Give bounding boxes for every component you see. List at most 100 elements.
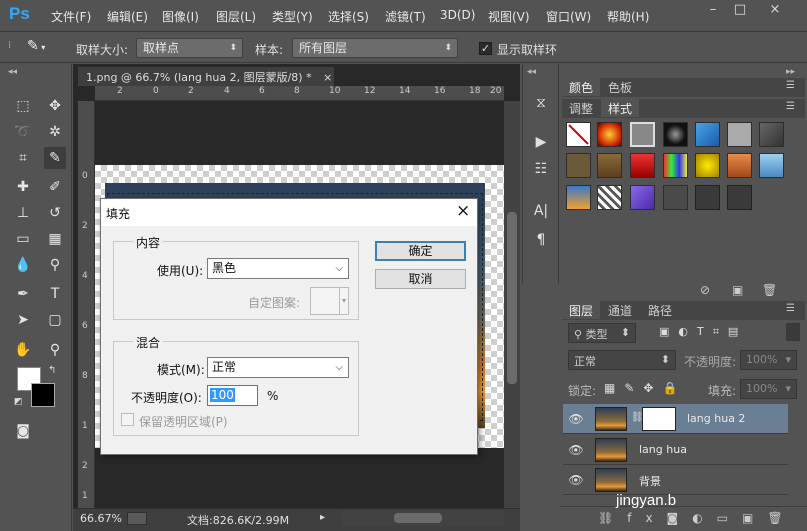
panel-menu-icon[interactable]: ☰ bbox=[786, 80, 795, 91]
eraser-tool-icon[interactable]: ▭ bbox=[12, 228, 34, 250]
collapse-icon[interactable]: ◂◂ bbox=[8, 67, 17, 77]
style-swatch[interactable] bbox=[597, 122, 622, 147]
layer-row[interactable]: 👁 ⛓ lang hua 2 bbox=[563, 404, 788, 434]
style-swatch[interactable] bbox=[727, 122, 752, 147]
style-swatch[interactable] bbox=[663, 185, 688, 210]
layer-filter-icons[interactable]: ▣◐T⌗▤ bbox=[659, 325, 747, 339]
style-swatch[interactable] bbox=[597, 153, 622, 178]
menu-layer[interactable]: 图层(L) bbox=[216, 8, 256, 25]
menu-select[interactable]: 选择(S) bbox=[328, 8, 369, 25]
blend-mode-select[interactable]: 正常 ⬍ bbox=[568, 350, 676, 370]
menu-filter[interactable]: 滤镜(T) bbox=[385, 8, 426, 25]
layers-footer-icons[interactable]: ⛓fx◙◐▭▣🗑 bbox=[598, 511, 797, 525]
document-tab[interactable]: 1.png @ 66.7% (lang hua 2, 图层蒙版/8) * × bbox=[78, 67, 334, 86]
type-tool-icon[interactable]: T bbox=[44, 283, 66, 305]
menu-type[interactable]: 类型(Y) bbox=[272, 8, 313, 25]
lasso-tool-icon[interactable]: ➰ bbox=[12, 121, 34, 143]
menu-edit[interactable]: 编辑(E) bbox=[107, 8, 148, 25]
zoom-tool-icon[interactable]: ⚲ bbox=[44, 339, 66, 361]
menu-help[interactable]: 帮助(H) bbox=[607, 8, 649, 25]
mode-select[interactable]: 正常 ⌵ bbox=[207, 357, 349, 378]
character-panel-icon[interactable]: A| bbox=[530, 200, 552, 222]
show-ring-checkbox[interactable]: ✓ bbox=[479, 42, 492, 55]
menu-window[interactable]: 窗口(W) bbox=[546, 8, 591, 25]
actions-panel-icon[interactable]: ▶ bbox=[530, 131, 552, 153]
dodge-tool-icon[interactable]: ⚲ bbox=[44, 254, 66, 276]
expand-icon[interactable]: ◂◂ bbox=[527, 67, 536, 77]
sample-size-select[interactable]: 取样点 ⬍ bbox=[136, 38, 243, 58]
style-swatch[interactable] bbox=[663, 153, 688, 178]
style-swatch[interactable] bbox=[630, 185, 655, 210]
style-swatch[interactable] bbox=[566, 153, 591, 178]
magic-wand-tool-icon[interactable]: ✲ bbox=[44, 121, 66, 143]
style-swatch[interactable] bbox=[759, 122, 784, 147]
sample-select[interactable]: 所有图层 ⬍ bbox=[292, 38, 458, 58]
preserve-transparency-checkbox[interactable] bbox=[121, 413, 134, 426]
style-swatch[interactable] bbox=[695, 122, 720, 147]
style-swatch[interactable] bbox=[695, 185, 720, 210]
horizontal-scrollbar-thumb[interactable] bbox=[394, 513, 442, 523]
status-preview-icon[interactable] bbox=[127, 512, 147, 525]
eyedropper-tool-icon[interactable]: ✎ ▾ bbox=[27, 38, 57, 54]
delete-style-icon[interactable]: 🗑 bbox=[762, 283, 777, 297]
path-selection-tool-icon[interactable]: ➤ bbox=[12, 309, 34, 331]
style-swatch[interactable] bbox=[566, 185, 591, 210]
clone-stamp-tool-icon[interactable]: ⊥ bbox=[12, 202, 34, 224]
menu-file[interactable]: 文件(F) bbox=[51, 8, 91, 25]
history-panel-icon[interactable]: ⧖ bbox=[530, 92, 552, 114]
brush-tool-icon[interactable]: ✐ bbox=[44, 176, 66, 198]
vertical-scrollbar-thumb[interactable] bbox=[507, 212, 517, 384]
tab-layers[interactable]: 图层 bbox=[562, 301, 601, 319]
layer-filter-select[interactable]: ⚲ 类型 ⬍ bbox=[568, 323, 636, 343]
layer-mask-thumbnail[interactable] bbox=[642, 407, 676, 431]
visibility-eye-icon[interactable]: 👁 bbox=[567, 473, 585, 487]
tab-styles[interactable]: 样式 bbox=[601, 99, 640, 117]
close-window-button[interactable]: × bbox=[764, 2, 786, 20]
blur-tool-icon[interactable]: 💧 bbox=[12, 254, 34, 276]
history-brush-tool-icon[interactable]: ↺ bbox=[44, 202, 66, 224]
gradient-tool-icon[interactable]: ▦ bbox=[44, 228, 66, 250]
style-swatch[interactable] bbox=[663, 122, 688, 147]
style-swatch[interactable] bbox=[727, 153, 752, 178]
cancel-button[interactable]: 取消 bbox=[375, 269, 466, 289]
style-swatch-none[interactable] bbox=[566, 122, 591, 147]
layer-opacity-field[interactable]: 100% ▾ bbox=[740, 350, 797, 370]
layer-row[interactable]: 👁 lang hua bbox=[563, 435, 788, 465]
fill-field[interactable]: 100% ▾ bbox=[740, 379, 797, 399]
tab-color[interactable]: 颜色 bbox=[562, 78, 601, 96]
background-color-swatch[interactable] bbox=[31, 383, 55, 407]
filter-toggle-icon[interactable] bbox=[786, 323, 800, 341]
default-colors-icon[interactable]: ◩ bbox=[14, 397, 23, 407]
menu-view[interactable]: 视图(V) bbox=[488, 8, 530, 25]
style-swatch[interactable] bbox=[630, 122, 655, 147]
style-swatch[interactable] bbox=[759, 153, 784, 178]
crop-tool-icon[interactable]: ⌗ bbox=[12, 147, 34, 169]
opacity-input[interactable]: 100 bbox=[207, 385, 258, 406]
close-tab-icon[interactable]: × bbox=[323, 71, 332, 84]
maximize-button[interactable]: □ bbox=[729, 2, 751, 20]
panel-menu-icon[interactable]: ☰ bbox=[786, 101, 795, 112]
status-menu-arrow-icon[interactable]: ▸ bbox=[320, 512, 325, 523]
eyedropper-tool-icon[interactable]: ✎ bbox=[44, 147, 66, 169]
rectangle-tool-icon[interactable]: ▢ bbox=[44, 309, 66, 331]
use-select[interactable]: 黑色 ⌵ bbox=[207, 258, 349, 279]
healing-brush-tool-icon[interactable]: ✚ bbox=[12, 176, 34, 198]
ok-button[interactable]: 确定 bbox=[375, 241, 466, 261]
tab-adjustments[interactable]: 调整 bbox=[562, 99, 600, 117]
panel-menu-icon[interactable]: ☰ bbox=[786, 303, 795, 314]
tab-paths[interactable]: 路径 bbox=[641, 301, 679, 319]
paragraph-panel-icon[interactable]: ¶ bbox=[530, 229, 552, 251]
menu-3d[interactable]: 3D(D) bbox=[440, 8, 475, 22]
marquee-tool-icon[interactable]: ⬚ bbox=[12, 95, 34, 117]
swap-colors-icon[interactable]: ↰ bbox=[48, 365, 56, 376]
style-swatch[interactable] bbox=[695, 153, 720, 178]
tab-channels[interactable]: 通道 bbox=[601, 301, 639, 319]
minimize-button[interactable]: – bbox=[702, 2, 724, 20]
quick-mask-icon[interactable]: ◙ bbox=[12, 420, 34, 442]
new-style-icon[interactable]: ▣ bbox=[732, 283, 743, 297]
move-tool-icon[interactable]: ✥ bbox=[44, 95, 66, 117]
dialog-close-button[interactable]: × bbox=[456, 201, 470, 221]
style-swatch[interactable] bbox=[597, 185, 622, 210]
style-swatch[interactable] bbox=[630, 153, 655, 178]
clear-style-icon[interactable]: ⊘ bbox=[700, 283, 710, 297]
